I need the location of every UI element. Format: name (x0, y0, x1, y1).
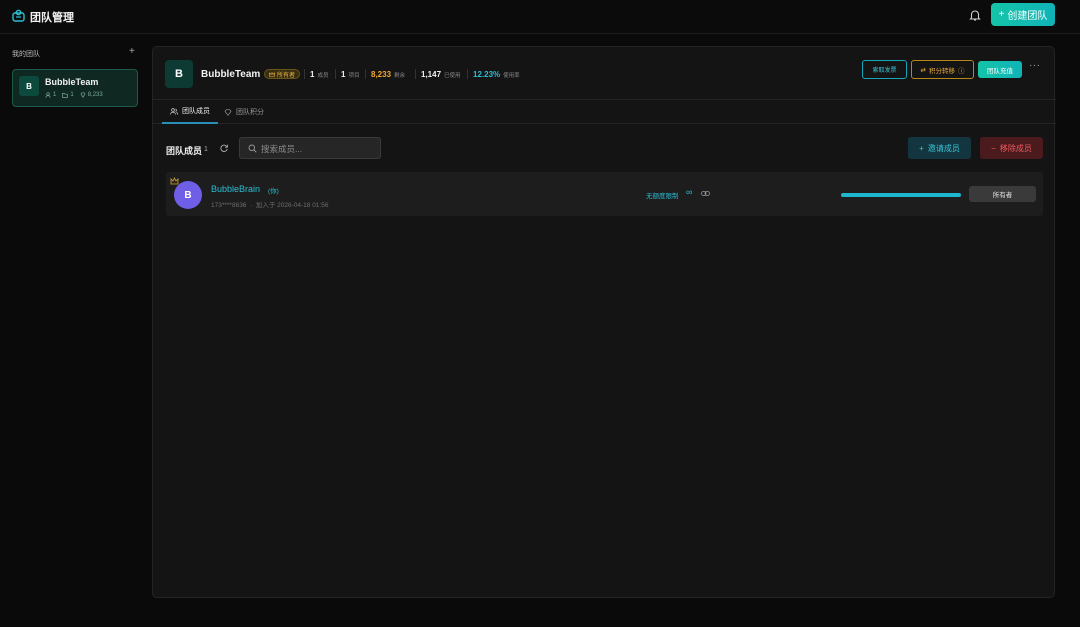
member-avatar: B (174, 181, 202, 209)
team-recharge-button[interactable]: 团队充值 (978, 61, 1022, 78)
sidebar-team-item[interactable]: B BubbleTeam 1 1 8,233 (12, 69, 138, 107)
link-icon[interactable] (701, 190, 710, 197)
tab-team-members[interactable]: 团队成员 (162, 100, 218, 124)
create-team-button[interactable]: + 创建团队 (991, 3, 1055, 26)
owner-badge: 所有者 (264, 69, 301, 79)
usage-progress-fill (841, 193, 961, 197)
team-name: BubbleTeam (45, 77, 99, 87)
divider (415, 69, 416, 79)
tab-bar: 团队成员 团队积分 (153, 100, 1056, 124)
transfer-credits-button[interactable]: ⇄ 积分转移 ⓘ (911, 60, 974, 79)
role-select[interactable]: 所有者 (969, 186, 1036, 202)
info-icon: ⓘ (957, 67, 965, 75)
member-name[interactable]: BubbleBrain (211, 184, 260, 194)
team-header: B BubbleTeam 所有者 1 成员 1 项目 8,233 剩余 1,147 已使… (153, 47, 1056, 100)
projects-stat: 1 (62, 92, 74, 98)
member-search-box (239, 137, 381, 159)
team-avatar-large: B (165, 60, 193, 88)
users-icon (170, 107, 178, 115)
remove-member-button[interactable]: − 移除成员 (980, 137, 1043, 159)
divider (467, 69, 468, 79)
team-stats: 1 1 8,233 (45, 92, 103, 98)
top-bar: 团队管理 + 创建团队 (0, 0, 1080, 34)
add-team-icon[interactable]: + (129, 46, 135, 57)
member-joined: 加入于 2026-04-18 01:56 (255, 202, 329, 209)
user-icon (45, 92, 51, 98)
crown-icon (269, 71, 275, 77)
team-title: BubbleTeam (201, 69, 261, 80)
plus-icon: + (998, 9, 1005, 20)
member-meta: 173****8636 · 加入于 2026-04-18 01:56 (211, 202, 329, 209)
team-avatar: B (19, 76, 39, 96)
request-invoice-button[interactable]: 索取发票 (862, 60, 907, 79)
stat-remaining: 8,233 剩余 (371, 70, 406, 79)
quota-label: 无额度限制 (646, 193, 679, 200)
crown-icon (170, 177, 179, 185)
members-heading: 团队成员 (166, 146, 203, 156)
stat-projects: 1 项目 (341, 70, 360, 79)
bell-icon[interactable] (968, 8, 982, 22)
search-input[interactable] (259, 141, 374, 156)
members-count: 1 (204, 146, 208, 153)
credits-stat: 8,233 (80, 92, 103, 98)
members-stat: 1 (45, 92, 56, 98)
divider (335, 69, 336, 79)
diamond-icon (224, 108, 232, 116)
diamond-icon (80, 92, 86, 98)
team-logo-icon (12, 9, 25, 22)
search-icon (248, 144, 257, 153)
you-tag: (你) (268, 188, 279, 195)
member-phone: 173****8636 (211, 202, 247, 209)
divider (304, 69, 305, 79)
invite-member-button[interactable]: + 邀请成员 (908, 137, 971, 159)
plus-icon: + (919, 143, 924, 153)
infinity-icon: ∞ (686, 187, 693, 197)
create-team-label: 创建团队 (1007, 11, 1048, 22)
minus-icon: − (991, 143, 996, 153)
refresh-icon[interactable] (219, 143, 229, 153)
member-row[interactable]: B BubbleBrain (你) 173****8636 · 加入于 2026… (166, 172, 1043, 216)
swap-icon: ⇄ (920, 66, 926, 74)
page-title: 团队管理 (30, 12, 74, 24)
stat-used: 1,147 已使用 (421, 70, 461, 79)
stat-usage-rate: 12.23% 使用率 (473, 70, 520, 79)
folder-icon (62, 93, 69, 98)
stat-members: 1 成员 (310, 70, 329, 79)
tab-team-credits[interactable]: 团队积分 (224, 100, 264, 124)
more-options-icon[interactable]: ··· (1029, 60, 1041, 71)
usage-progress-bar (841, 193, 961, 197)
divider (365, 69, 366, 79)
sidebar-title: 我的团队 (12, 51, 40, 58)
team-detail-panel: B BubbleTeam 所有者 1 成员 1 项目 8,233 剩余 1,147 已使… (152, 46, 1056, 598)
